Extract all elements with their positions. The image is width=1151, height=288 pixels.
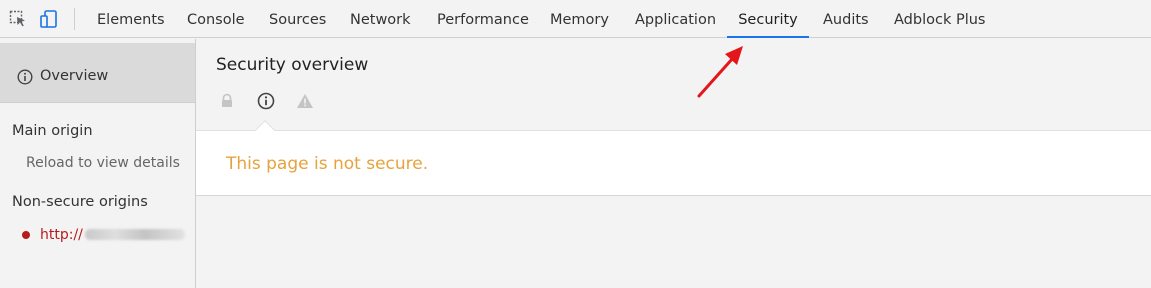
tab-memory[interactable]: Memory [550,0,609,38]
sidebar-item-label: Overview [40,68,109,84]
security-main-panel: Security overview This page is not secur… [196,39,1151,288]
lock-icon [218,92,236,110]
tab-audits[interactable]: Audits [823,0,869,38]
tab-console[interactable]: Console [187,0,245,38]
tab-sources[interactable]: Sources [269,0,326,38]
reload-hint: Reload to view details [26,155,180,171]
security-summary-text: This page is not secure. [226,154,429,174]
security-summary-panel: This page is not secure. [196,130,1151,196]
tab-security[interactable]: Security [727,0,809,38]
info-icon [257,92,275,110]
redacted-domain [84,229,185,240]
nonsecure-dot-icon [22,231,30,239]
nonsecure-origins-heading: Non-secure origins [12,194,148,210]
main-origin-heading: Main origin [12,123,93,139]
tab-application[interactable]: Application [635,0,716,38]
inspect-element-icon[interactable] [8,9,28,29]
tab-performance[interactable]: Performance [437,0,529,38]
page-title: Security overview [216,55,369,75]
warning-icon [296,92,314,110]
tab-network[interactable]: Network [350,0,411,38]
device-toolbar-icon[interactable] [39,9,59,29]
security-sidebar: Overview Main origin Reload to view deta… [0,39,196,288]
info-icon [17,69,33,85]
toolbar-divider [74,8,75,30]
tab-adblock-plus[interactable]: Adblock Plus [894,0,985,38]
sidebar-item-overview[interactable]: Overview [0,43,195,103]
nonsecure-origin-item[interactable]: http:// [40,227,185,243]
origin-url: http:// [40,227,83,243]
devtools-tabbar: Elements Console Sources Network Perform… [0,0,1151,38]
tab-elements[interactable]: Elements [97,0,165,38]
